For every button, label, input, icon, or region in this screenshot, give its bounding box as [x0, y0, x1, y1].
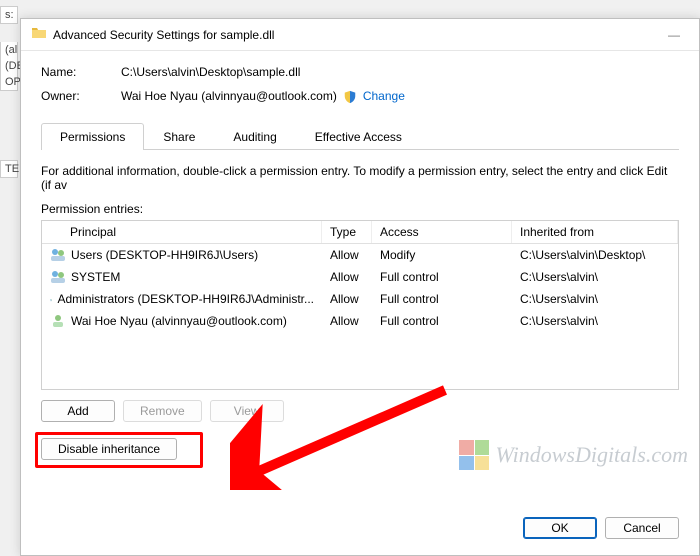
- col-inherited[interactable]: Inherited from: [512, 221, 678, 243]
- bg-fragment: s:: [0, 6, 18, 24]
- col-access[interactable]: Access: [372, 221, 512, 243]
- owner-label: Owner:: [41, 89, 121, 103]
- access-text: Full control: [372, 311, 512, 331]
- titlebar: Advanced Security Settings for sample.dl…: [21, 19, 699, 51]
- owner-value: Wai Hoe Nyau (alvinnyau@outlook.com): [121, 89, 337, 103]
- name-label: Name:: [41, 65, 121, 79]
- dialog-title: Advanced Security Settings for sample.dl…: [53, 28, 274, 42]
- tab-auditing[interactable]: Auditing: [214, 123, 295, 150]
- access-text: Modify: [372, 245, 512, 265]
- table-row[interactable]: Wai Hoe Nyau (alvinnyau@outlook.com) Allo…: [42, 310, 678, 332]
- group-icon: [50, 269, 66, 285]
- bg-fragment: (al: [0, 42, 18, 59]
- inherited-text: C:\Users\alvin\: [512, 267, 678, 287]
- view-button: View: [210, 400, 284, 422]
- add-button[interactable]: Add: [41, 400, 115, 422]
- type-text: Allow: [322, 267, 372, 287]
- tab-share[interactable]: Share: [144, 123, 214, 150]
- cancel-button[interactable]: Cancel: [605, 517, 679, 539]
- tab-permissions[interactable]: Permissions: [41, 123, 144, 150]
- inherited-text: C:\Users\alvin\Desktop\: [512, 245, 678, 265]
- security-dialog: Advanced Security Settings for sample.dl…: [20, 18, 700, 556]
- tab-effective-access[interactable]: Effective Access: [296, 123, 421, 150]
- table-row[interactable]: SYSTEM AllowFull controlC:\Users\alvin\: [42, 266, 678, 288]
- remove-button: Remove: [123, 400, 202, 422]
- permission-grid: Principal Type Access Inherited from Use…: [41, 220, 679, 390]
- type-text: Allow: [322, 245, 372, 265]
- entries-label: Permission entries:: [41, 202, 679, 216]
- access-text: Full control: [372, 267, 512, 287]
- table-row[interactable]: Users (DESKTOP-HH9IR6J\Users) AllowModify…: [42, 244, 678, 266]
- bg-fragment: (DE: [0, 58, 18, 75]
- col-type[interactable]: Type: [322, 221, 372, 243]
- minimize-icon[interactable]: —: [659, 28, 689, 42]
- principal-text: Administrators (DESKTOP-HH9IR6J\Administ…: [57, 292, 314, 306]
- type-text: Allow: [322, 289, 372, 309]
- group-icon: [50, 291, 52, 307]
- tab-strip: Permissions Share Auditing Effective Acc…: [41, 122, 679, 150]
- disable-inheritance-button[interactable]: Disable inheritance: [41, 438, 177, 460]
- folder-icon: [31, 25, 47, 44]
- table-row[interactable]: Administrators (DESKTOP-HH9IR6J\Administ…: [42, 288, 678, 310]
- col-principal[interactable]: Principal: [42, 221, 322, 243]
- type-text: Allow: [322, 311, 372, 331]
- bg-fragment: TE: [0, 160, 18, 178]
- inherited-text: C:\Users\alvin\: [512, 311, 678, 331]
- shield-icon: [343, 89, 357, 104]
- grid-header: Principal Type Access Inherited from: [42, 221, 678, 244]
- info-text: For additional information, double-click…: [41, 164, 679, 192]
- principal-text: SYSTEM: [71, 270, 120, 284]
- bg-fragment: OP: [0, 74, 18, 91]
- principal-text: Users (DESKTOP-HH9IR6J\Users): [71, 248, 258, 262]
- user-icon: [50, 313, 66, 329]
- ok-button[interactable]: OK: [523, 517, 597, 539]
- inherited-text: C:\Users\alvin\: [512, 289, 678, 309]
- change-owner-link[interactable]: Change: [363, 89, 405, 103]
- principal-text: Wai Hoe Nyau (alvinnyau@outlook.com): [71, 314, 287, 328]
- access-text: Full control: [372, 289, 512, 309]
- group-icon: [50, 247, 66, 263]
- name-value: C:\Users\alvin\Desktop\sample.dll: [121, 65, 300, 79]
